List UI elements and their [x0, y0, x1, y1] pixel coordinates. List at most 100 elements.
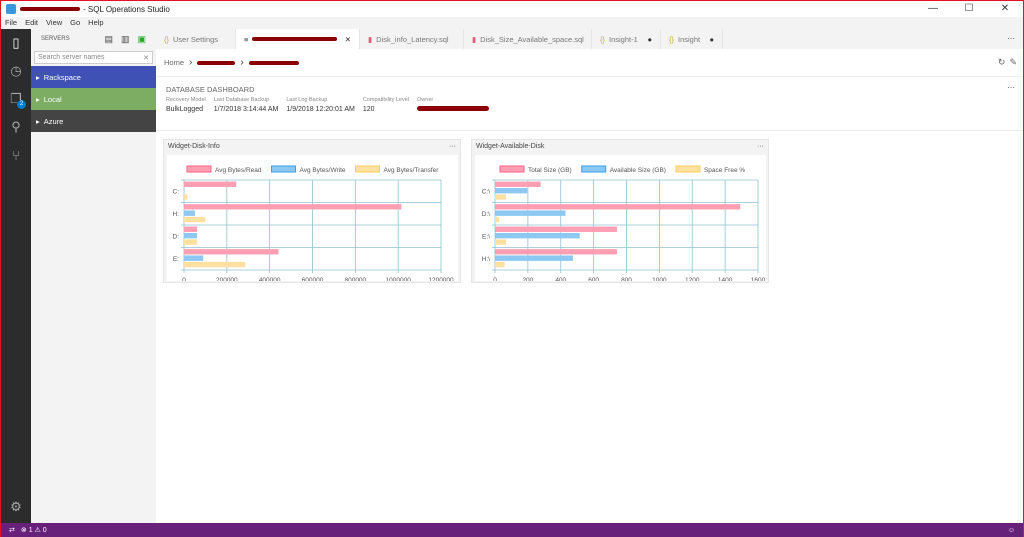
bar-avg-bytes-read [184, 181, 237, 187]
edit-icon[interactable]: ✎ [1009, 57, 1017, 68]
new-connection-icon[interactable]: ▤ [104, 34, 113, 45]
y-tick-label: E: [173, 256, 179, 263]
menu-view[interactable]: View [42, 17, 66, 29]
group-label: Rackspace [43, 72, 81, 82]
x-tick-label: 200000 [216, 277, 238, 281]
active-connections-icon[interactable]: ▣ [137, 34, 146, 45]
bar-avg-bytes-read [184, 204, 402, 210]
legend-label: Avg Bytes/Write [300, 167, 346, 174]
feedback-icon[interactable]: ☺ [1008, 527, 1015, 534]
legend-label: Total Size (GB) [528, 167, 572, 174]
bar-avg-bytes-write [184, 255, 204, 261]
x-tick-label: 0 [182, 277, 186, 281]
tab-disk-size[interactable]: ▮ Disk_Size_Available_space.sql [464, 29, 592, 49]
prop-recovery-model: Recovery Model BulkLogged [166, 97, 206, 113]
minimize-button[interactable]: — [915, 1, 951, 17]
x-tick-label: 400000 [259, 277, 281, 281]
menu-go[interactable]: Go [66, 17, 84, 29]
explorer-icon[interactable]: ❐ 2 [1, 85, 31, 113]
title-bar: - SQL Operations Studio — ☐ ✕ [1, 1, 1023, 17]
group-label: Azure [43, 116, 64, 126]
widget-more-icon[interactable]: ··· [449, 143, 456, 150]
prop-owner: Owner [417, 97, 490, 113]
tab-label: Insight-1 [609, 34, 638, 44]
tab-disk-info-latency[interactable]: ▮ Disk_info_Latency.sql [360, 29, 464, 49]
breadcrumb-home[interactable]: Home [164, 58, 184, 67]
history-icon[interactable]: ◷ [1, 57, 31, 85]
x-tick-label: 800000 [344, 277, 366, 281]
tab-label: User Settings [173, 34, 219, 44]
menu-help[interactable]: Help [84, 17, 107, 29]
x-tick-label: 1200000 [428, 277, 454, 281]
search-icon[interactable]: ⚲ [1, 113, 31, 141]
x-tick-label: 0 [493, 277, 497, 281]
more-actions-icon[interactable]: ··· [1007, 29, 1023, 49]
legend-swatch [271, 165, 296, 173]
unsaved-dot-icon[interactable]: ● [647, 35, 652, 44]
chevron-right-icon: ▸ [36, 94, 40, 104]
tab-user-settings[interactable]: {} User Settings [156, 29, 236, 49]
redacted-tab-label [252, 37, 338, 41]
widget-title: Widget-Disk-Info [168, 143, 220, 150]
widget-title: Widget-Available-Disk [476, 143, 545, 150]
source-control-icon[interactable]: ⑂ [1, 141, 31, 169]
server-group-azure[interactable]: ▸ Azure [31, 110, 156, 132]
close-button[interactable]: ✕ [987, 1, 1023, 17]
bar-space-free- [495, 261, 505, 268]
bar-total-size-gb- [495, 249, 617, 255]
search-input[interactable]: Search server names ✕ [34, 51, 153, 64]
clear-search-icon[interactable]: ✕ [143, 54, 149, 62]
json-icon: {} [164, 34, 170, 44]
menu-bar: File Edit View Go Help [1, 17, 1023, 29]
x-tick-label: 400 [555, 277, 566, 281]
close-tab-icon[interactable]: ✕ [345, 35, 351, 44]
json-icon: {} [600, 34, 606, 44]
x-tick-label: 800 [621, 277, 632, 281]
bar-avg-bytes-write [184, 232, 198, 239]
x-tick-label: 1400 [718, 277, 733, 281]
breadcrumb: Home › › ↻ ✎ [156, 49, 1023, 77]
x-tick-label: 1200 [685, 277, 700, 281]
legend-swatch [499, 165, 525, 173]
sidebar-header: SERVERS [41, 36, 70, 42]
bar-avg-bytes-write [184, 210, 195, 216]
widget-more-icon[interactable]: ··· [757, 143, 764, 150]
x-tick-label: 600 [588, 277, 599, 281]
sql-file-icon: ▮ [472, 34, 477, 44]
bar-avg-bytes-transfer [184, 216, 206, 223]
menu-file[interactable]: File [1, 17, 21, 29]
bar-space-free- [495, 216, 500, 223]
maximize-button[interactable]: ☐ [951, 1, 987, 17]
server-group-local[interactable]: ▸ Local [31, 88, 156, 110]
gear-icon[interactable]: ⚙ [1, 493, 31, 521]
legend-swatch [581, 165, 607, 173]
tab-dashboard[interactable]: ≡ ✕ [236, 29, 360, 49]
y-tick-label: C:\ [482, 188, 491, 195]
unsaved-dot-icon[interactable]: ● [709, 35, 714, 44]
chevron-right-icon: › [189, 57, 193, 68]
tab-label: Disk_Size_Available_space.sql [480, 34, 584, 44]
x-tick-label: 1000000 [386, 277, 412, 281]
connection-icon[interactable]: ⇄ [9, 526, 15, 534]
refresh-icon[interactable]: ↻ [998, 57, 1006, 68]
servers-icon[interactable]: ▯ [1, 29, 31, 57]
server-group-rackspace[interactable]: ▸ Rackspace [31, 66, 156, 88]
bar-space-free- [495, 194, 507, 200]
legend-swatch [186, 165, 212, 173]
y-tick-label: D: [173, 233, 180, 240]
bar-avg-bytes-transfer [184, 194, 188, 200]
bar-total-size-gb- [495, 226, 617, 232]
bar-avg-bytes-transfer [184, 239, 198, 245]
problems-indicator[interactable]: ⊗ 1 ⚠ 0 [21, 526, 47, 534]
new-group-icon[interactable]: ▥ [121, 34, 130, 45]
legend-label: Avg Bytes/Read [215, 167, 262, 174]
bar-available-size-gb- [495, 187, 528, 194]
tab-insight[interactable]: {} Insight ● [661, 29, 723, 49]
legend-label: Avg Bytes/Transfer [384, 167, 440, 174]
dashboard-more-icon[interactable]: ··· [1007, 83, 1015, 92]
tab-insight-1[interactable]: {} Insight-1 ● [592, 29, 661, 49]
breadcrumb-server[interactable] [197, 60, 236, 65]
breadcrumb-database[interactable] [248, 60, 299, 65]
x-tick-label: 200 [522, 277, 533, 281]
menu-edit[interactable]: Edit [21, 17, 42, 29]
